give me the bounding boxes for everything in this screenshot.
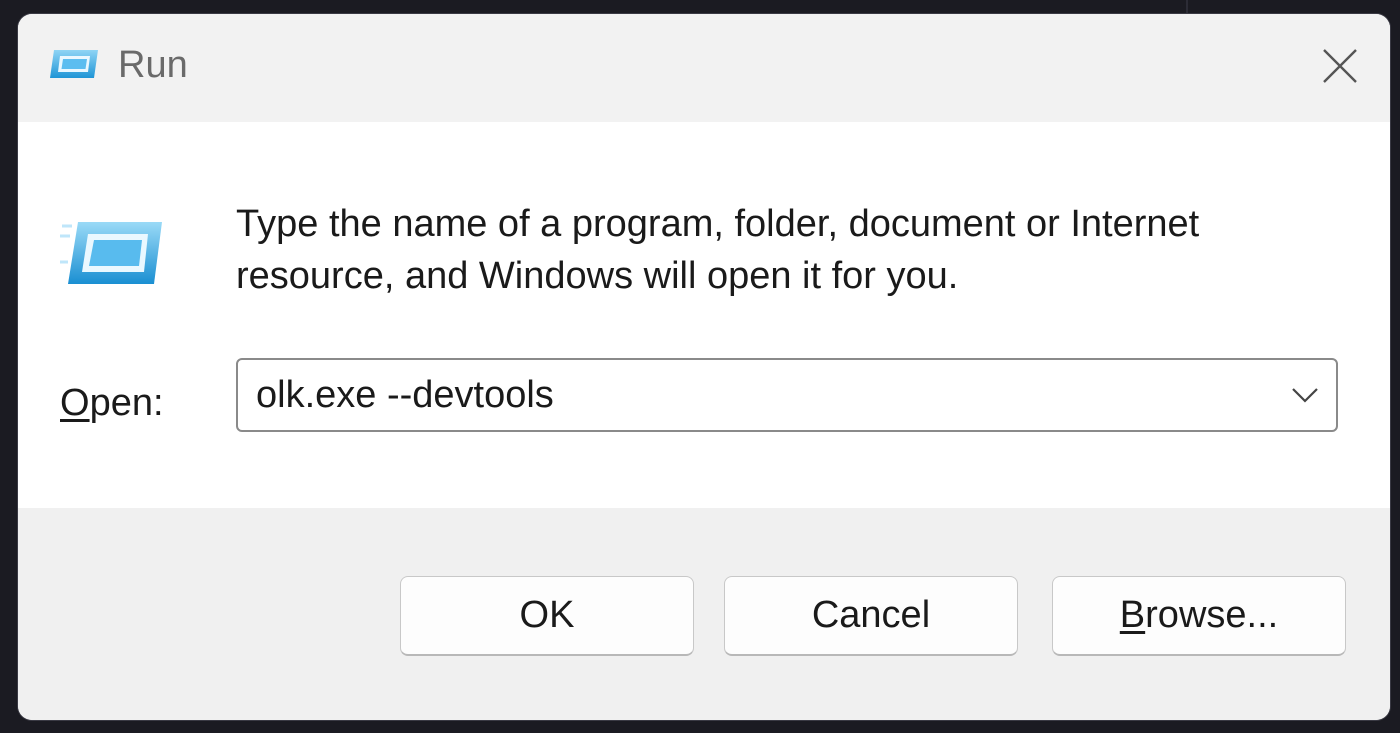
open-label-text: pen: (89, 382, 164, 424)
run-icon (48, 46, 100, 82)
dialog-body: Type the name of a program, folder, docu… (18, 122, 1390, 508)
dropdown-button[interactable] (1282, 372, 1328, 418)
close-button[interactable] (1312, 38, 1368, 94)
run-dialog: Run Type the name of a program, folder, … (18, 14, 1390, 720)
open-input[interactable] (256, 360, 1256, 430)
browse-label: rowse... (1145, 594, 1279, 636)
browse-button[interactable]: Browse... (1052, 576, 1346, 656)
button-bar: OK Cancel Browse... (18, 508, 1390, 720)
chevron-down-icon (1292, 388, 1318, 403)
instruction-text: Type the name of a program, folder, docu… (236, 203, 1200, 297)
ok-button[interactable]: OK (400, 576, 694, 656)
close-icon (1323, 49, 1357, 83)
browse-accelerator: B (1119, 594, 1146, 636)
cancel-button[interactable]: Cancel (724, 576, 1018, 656)
window-title: Run (118, 44, 188, 86)
run-icon (58, 212, 168, 292)
open-label: Open: (60, 380, 164, 426)
open-combobox[interactable] (236, 358, 1338, 432)
open-label-accelerator: O (60, 382, 90, 424)
title-bar[interactable]: Run (18, 14, 1390, 122)
